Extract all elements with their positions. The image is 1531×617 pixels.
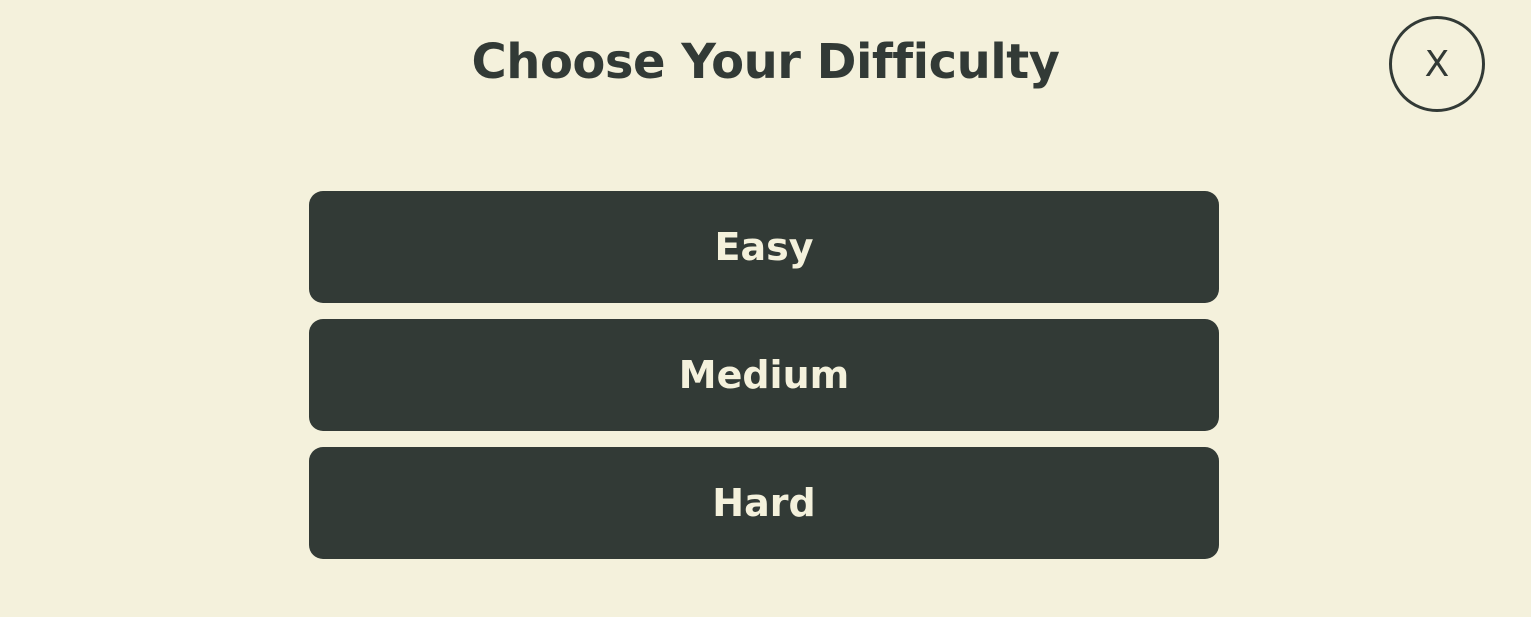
medium-button[interactable]: Medium [309, 319, 1219, 431]
close-icon: X [1424, 43, 1450, 85]
hard-button-label: Hard [712, 481, 816, 525]
easy-button[interactable]: Easy [309, 191, 1219, 303]
easy-button-label: Easy [714, 225, 814, 269]
hard-button[interactable]: Hard [309, 447, 1219, 559]
close-button[interactable]: X [1389, 16, 1485, 112]
medium-button-label: Medium [678, 353, 850, 397]
difficulty-options: Easy Medium Hard [309, 191, 1219, 575]
page-title: Choose Your Difficulty [471, 34, 1060, 90]
